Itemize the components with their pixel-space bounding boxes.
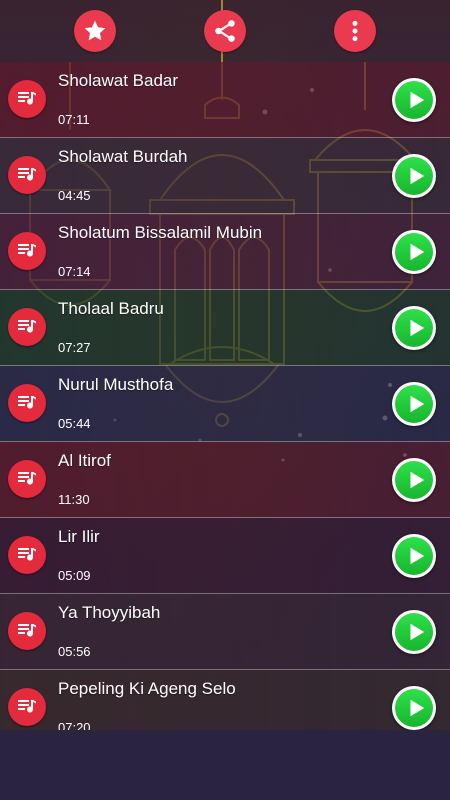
track-row[interactable]: Sholawat Badar 07:11: [0, 62, 450, 138]
play-button[interactable]: [392, 686, 436, 730]
playlist-music-icon: [18, 548, 36, 561]
play-icon: [410, 395, 424, 413]
track-row[interactable]: Ya Thoyyibah 05:56: [0, 594, 450, 670]
track-title: Lir Ilir: [58, 527, 100, 546]
play-button[interactable]: [392, 306, 436, 350]
play-button-face: [395, 689, 433, 727]
play-button[interactable]: [392, 230, 436, 274]
track-options-button[interactable]: [8, 384, 46, 422]
playlist-music-icon: [18, 472, 36, 485]
track-options-button[interactable]: [8, 308, 46, 346]
play-icon: [410, 167, 424, 185]
track-list: Sholawat Badar 07:11 Sholawat Burdah 04:45 S…: [0, 62, 450, 730]
track-duration: 07:11: [58, 112, 90, 127]
track-title: Nurul Musthofa: [58, 375, 174, 394]
play-button[interactable]: [392, 78, 436, 122]
track-title: Sholawat Badar: [58, 71, 179, 90]
play-button[interactable]: [392, 382, 436, 426]
track-duration: 07:27: [58, 340, 91, 355]
play-button-face: [395, 81, 433, 119]
play-button[interactable]: [392, 534, 436, 578]
play-button-face: [395, 309, 433, 347]
bottom-bar: [0, 730, 450, 800]
track-row[interactable]: Pepeling Ki Ageng Selo 07:20: [0, 670, 450, 730]
track-row[interactable]: Sholatum Bissalamil Mubin 07:14: [0, 214, 450, 290]
favorites-button[interactable]: [74, 10, 116, 52]
play-button-face: [395, 385, 433, 423]
star-icon: [84, 20, 106, 41]
track-duration: 05:56: [58, 644, 91, 659]
playlist-music-icon: [18, 396, 36, 409]
track-title: Ya Thoyyibah: [58, 603, 161, 622]
more-options-button[interactable]: [334, 10, 376, 52]
play-button[interactable]: [392, 458, 436, 502]
track-row[interactable]: Sholawat Burdah 04:45: [0, 138, 450, 214]
track-row[interactable]: Nurul Musthofa 05:44: [0, 366, 450, 442]
play-button-face: [395, 461, 433, 499]
play-button-face: [395, 537, 433, 575]
play-button-face: [395, 157, 433, 195]
play-button-face: [395, 233, 433, 271]
track-options-button[interactable]: [8, 460, 46, 498]
track-duration: 07:20: [58, 720, 91, 730]
track-row[interactable]: Lir Ilir 05:09: [0, 518, 450, 594]
track-options-button[interactable]: [8, 688, 46, 726]
track-options-button[interactable]: [8, 536, 46, 574]
track-title: Sholawat Burdah: [58, 147, 188, 166]
play-icon: [410, 243, 424, 261]
track-duration: 05:44: [58, 416, 91, 431]
track-options-button[interactable]: [8, 156, 46, 194]
track-duration: 04:45: [58, 188, 91, 203]
play-icon: [410, 623, 424, 641]
track-duration: 07:14: [58, 264, 91, 279]
track-options-button[interactable]: [8, 232, 46, 270]
track-options-button[interactable]: [8, 612, 46, 650]
play-button-face: [395, 613, 433, 651]
share-icon: [215, 20, 235, 42]
track-row[interactable]: Al Itirof 11:30: [0, 442, 450, 518]
play-button[interactable]: [392, 154, 436, 198]
play-icon: [410, 699, 424, 717]
playlist-music-icon: [18, 244, 36, 257]
track-title: Tholaal Badru: [58, 299, 164, 318]
track-duration: 05:09: [58, 568, 91, 583]
track-duration: 11:30: [58, 492, 90, 507]
track-title: Sholatum Bissalamil Mubin: [58, 223, 263, 242]
track-title: Pepeling Ki Ageng Selo: [58, 679, 236, 698]
play-button[interactable]: [392, 610, 436, 654]
play-icon: [410, 547, 424, 565]
playlist-music-icon: [18, 700, 36, 713]
track-title: Al Itirof: [58, 451, 111, 470]
playlist-music-icon: [18, 624, 36, 637]
playlist-music-icon: [18, 92, 36, 105]
more-vertical-icon: [352, 20, 358, 42]
track-row[interactable]: Tholaal Badru 07:27: [0, 290, 450, 366]
playlist-music-icon: [18, 168, 36, 181]
track-options-button[interactable]: [8, 80, 46, 118]
play-icon: [410, 91, 424, 109]
top-toolbar: [0, 0, 450, 62]
share-button[interactable]: [204, 10, 246, 52]
play-icon: [410, 471, 424, 489]
play-icon: [410, 319, 424, 337]
playlist-music-icon: [18, 320, 36, 333]
